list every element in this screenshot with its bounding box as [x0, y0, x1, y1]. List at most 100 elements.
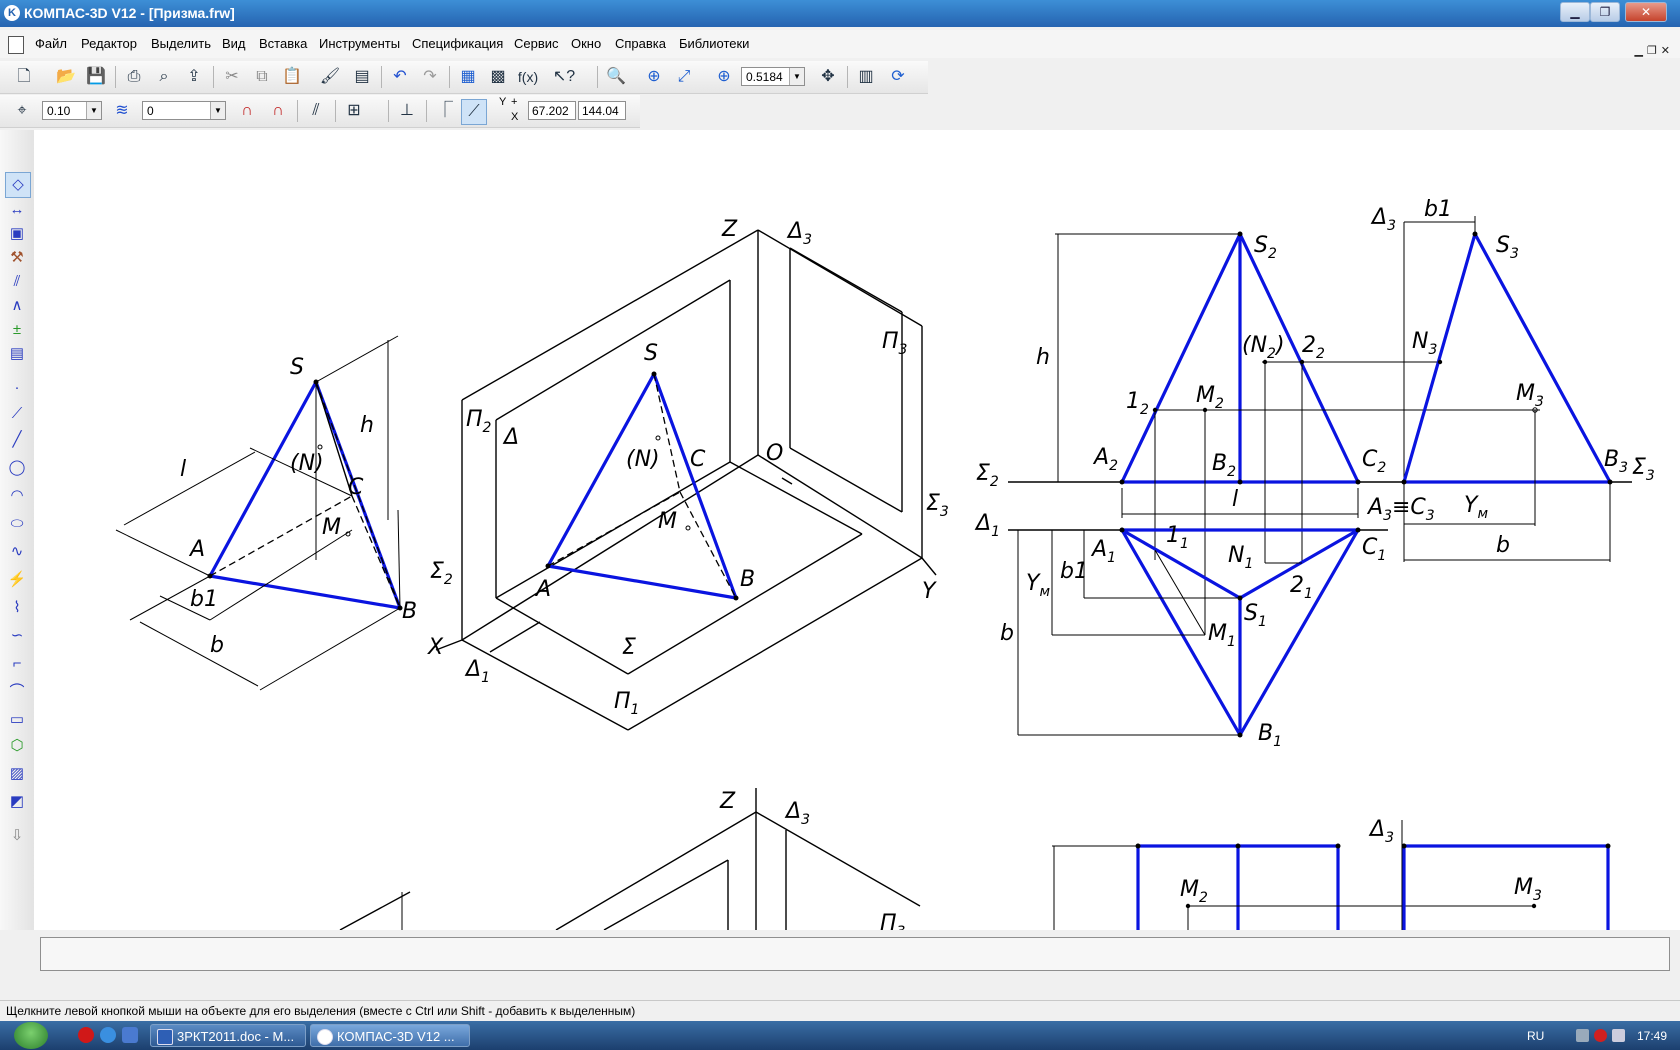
menu-libraries[interactable]: Библиотеки	[679, 36, 749, 51]
chevron-down-icon[interactable]: ▼	[86, 102, 101, 119]
pan-icon[interactable]: ✥	[816, 65, 840, 89]
variables-icon[interactable]: f(x)	[516, 65, 540, 89]
properties-icon[interactable]: ▤	[350, 65, 374, 89]
subscript: 3	[801, 812, 810, 828]
minimize-button[interactable]: ▁	[1560, 2, 1590, 22]
parametrization-icon[interactable]: ⫽	[5, 270, 29, 294]
label-c1: C1	[1362, 535, 1386, 564]
mdi-window-controls[interactable]: ▁❐✕	[1634, 44, 1674, 57]
cut-icon[interactable]: ✂	[220, 65, 244, 89]
point-icon[interactable]: ·	[5, 376, 29, 400]
local-snap-icon[interactable]: ∩	[266, 99, 290, 123]
chevron-down-icon[interactable]: ▼	[789, 68, 804, 85]
opera-icon[interactable]	[78, 1027, 94, 1043]
chamfer-icon[interactable]: ⌐	[5, 652, 29, 676]
layer-combo[interactable]: 0 ▼	[142, 101, 226, 120]
zoom-combo[interactable]: 0.5184 ▼	[741, 67, 805, 86]
spline-icon[interactable]: ∿	[5, 540, 29, 564]
auxiliary-line-icon[interactable]: ⟋	[5, 402, 29, 426]
edit-hammer-icon[interactable]: ⚒	[5, 246, 29, 270]
menu-view[interactable]: Вид	[222, 36, 246, 51]
polygon-icon[interactable]: ⬡	[5, 734, 29, 758]
bezier-icon[interactable]: ⌇	[5, 596, 29, 620]
format-painter-icon[interactable]: 🖌	[318, 65, 342, 89]
ie-icon[interactable]	[100, 1027, 116, 1043]
desktop-icon[interactable]	[122, 1027, 138, 1043]
measure-icon[interactable]: ∧	[5, 294, 29, 318]
dim-b	[139, 621, 259, 687]
redo-icon[interactable]: ↷	[418, 65, 442, 89]
orthogonal-mode-icon[interactable]: ⎾	[433, 99, 457, 123]
taskbar-item-kompas[interactable]: КОМПАС-3D V12 ...	[310, 1024, 470, 1047]
print-icon[interactable]: ⎙	[122, 65, 146, 89]
cursor-step-icon[interactable]: ⌖	[10, 99, 34, 123]
document-icon[interactable]	[8, 36, 24, 54]
dimensions-icon[interactable]: ↔	[5, 198, 29, 222]
export-icon[interactable]: ⇪	[182, 65, 206, 89]
zoom-scale-icon[interactable]: ⊕	[712, 65, 736, 89]
arc-icon[interactable]: ◠	[5, 484, 29, 508]
clock[interactable]: 17:49	[1637, 1029, 1667, 1043]
menu-file[interactable]: Файл	[35, 36, 67, 51]
antivirus-icon[interactable]	[1594, 1029, 1607, 1042]
new-document-icon[interactable]: 🗋	[12, 65, 36, 89]
refresh-icon[interactable]: ⟳	[886, 65, 910, 89]
command-input-box[interactable]	[40, 937, 1670, 971]
menu-tools[interactable]: Инструменты	[319, 36, 400, 51]
zoom-fit-icon[interactable]: ⤢	[672, 65, 696, 89]
hatch-icon[interactable]: ▨	[5, 762, 29, 786]
menu-select[interactable]: Выделить	[151, 36, 211, 51]
menu-window[interactable]: Окно	[571, 36, 601, 51]
drawing-canvas[interactable]: .ln{stroke:#000;stroke-width:1.4;fill:no…	[34, 130, 1680, 930]
menu-editor[interactable]: Редактор	[81, 36, 137, 51]
print-preview-icon[interactable]: ⌕	[152, 65, 176, 89]
fill-icon[interactable]: ◩	[5, 790, 29, 814]
ext-line	[397, 509, 401, 609]
library-manager-icon[interactable]: ▩	[486, 65, 510, 89]
layer-icon[interactable]: ≋	[110, 99, 134, 123]
ellipse-icon[interactable]: ⬭	[5, 512, 29, 536]
zoom-in-icon[interactable]: ⊕	[642, 65, 666, 89]
snap-magnet-icon[interactable]: ∩	[235, 99, 259, 123]
select-icon[interactable]: ±	[5, 318, 29, 342]
fillet-icon[interactable]: ⌒	[5, 680, 29, 704]
manager-icon[interactable]: ▦	[456, 65, 480, 89]
menu-service[interactable]: Сервис	[514, 36, 559, 51]
restore-button[interactable]: ❐	[1590, 2, 1620, 22]
local-cs-icon[interactable]: ⊥	[395, 99, 419, 123]
open-folder-icon[interactable]: 📂	[54, 65, 78, 89]
curve-icon[interactable]: ∽	[5, 624, 29, 648]
segment-icon[interactable]: ╱	[5, 428, 29, 452]
paste-icon[interactable]: 📋	[280, 65, 304, 89]
undo-icon[interactable]: ↶	[388, 65, 412, 89]
menu-insert[interactable]: Вставка	[259, 36, 307, 51]
coord-x-field[interactable]: 67.202	[528, 101, 576, 120]
geometry-icon[interactable]: ◇	[5, 172, 31, 198]
ortho-icon[interactable]: ⫽	[304, 99, 328, 123]
subscript: 3	[1510, 246, 1519, 262]
designations-icon[interactable]: ▣	[5, 222, 29, 246]
menu-help[interactable]: Справка	[615, 36, 666, 51]
rectangle-icon[interactable]: ▭	[5, 708, 29, 732]
copy-icon[interactable]: ⧉	[250, 65, 274, 89]
help-pointer-icon[interactable]: ↖?	[552, 65, 576, 89]
coord-y-field[interactable]: 144.04	[578, 101, 626, 120]
language-indicator[interactable]: RU	[1527, 1029, 1544, 1043]
regenerate-view-icon[interactable]: ▥	[854, 65, 878, 89]
save-icon[interactable]: 💾	[84, 65, 108, 89]
grid-icon[interactable]: ⊞	[342, 99, 366, 123]
volume-icon[interactable]	[1612, 1029, 1625, 1042]
network-icon[interactable]	[1576, 1029, 1589, 1042]
menu-specification[interactable]: Спецификация	[412, 36, 503, 51]
polyline-icon[interactable]: ⚡	[5, 568, 29, 592]
spec-icon[interactable]: ▤	[5, 342, 29, 366]
taskbar-item-word[interactable]: 3РКТ2011.doc - M...	[150, 1024, 306, 1047]
start-button[interactable]	[14, 1022, 48, 1049]
step-combo[interactable]: 0.10 ▼	[42, 101, 102, 120]
zoom-window-icon[interactable]: 🔍	[604, 65, 628, 89]
collection-icon[interactable]: ⇩	[5, 824, 29, 848]
chevron-down-icon[interactable]: ▼	[210, 102, 225, 119]
close-button[interactable]: ✕	[1625, 2, 1667, 22]
parametric-mode-icon[interactable]: ⟋	[461, 99, 487, 125]
circle-icon[interactable]: ◯	[5, 456, 29, 480]
